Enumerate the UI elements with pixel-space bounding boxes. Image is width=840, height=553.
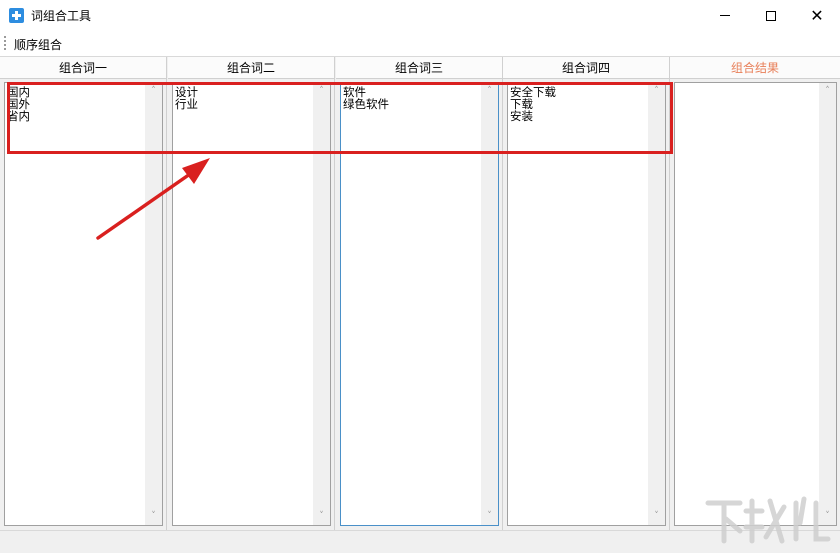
toolbar-grip[interactable] <box>4 36 6 50</box>
word-list-text[interactable]: 安全下载 下载 安装 <box>510 86 647 523</box>
scroll-down-icon[interactable]: ˅ <box>819 508 836 525</box>
title-bar: 词组合工具 ✕ <box>0 0 840 31</box>
column-2: 组合词二 设计 行业 ˄ ˅ <box>168 57 335 531</box>
close-icon: ✕ <box>810 5 824 25</box>
vertical-scrollbar[interactable]: ˄ ˅ <box>145 83 162 525</box>
column-header[interactable]: 组合词三 <box>336 57 502 79</box>
vertical-scrollbar[interactable]: ˄ ˅ <box>481 83 498 525</box>
result-text[interactable] <box>677 86 818 523</box>
word-list-4-textarea[interactable]: 安全下载 下载 安装 ˄ ˅ <box>507 82 666 526</box>
word-list-text[interactable]: 软件 绿色软件 <box>343 86 480 523</box>
scroll-down-icon[interactable]: ˅ <box>313 508 330 525</box>
window-title: 词组合工具 <box>31 9 92 23</box>
vertical-scrollbar[interactable]: ˄ ˅ <box>313 83 330 525</box>
vertical-scrollbar[interactable]: ˄ ˅ <box>819 83 836 525</box>
word-list-text[interactable]: 国内 国外 省内 <box>7 86 144 523</box>
column-header[interactable]: 组合词一 <box>0 57 166 79</box>
column-1: 组合词一 国内 国外 省内 ˄ ˅ <box>0 57 167 531</box>
scroll-up-icon[interactable]: ˄ <box>648 83 665 100</box>
sequential-combine-button[interactable]: 顺序组合 <box>14 36 62 53</box>
scroll-down-icon[interactable]: ˅ <box>481 508 498 525</box>
minimize-icon <box>720 15 730 16</box>
scroll-up-icon[interactable]: ˄ <box>481 83 498 100</box>
word-list-3-textarea[interactable]: 软件 绿色软件 ˄ ˅ <box>340 82 499 526</box>
word-list-text[interactable]: 设计 行业 <box>175 86 312 523</box>
column-header[interactable]: 组合词二 <box>168 57 334 79</box>
column-4: 组合词四 安全下载 下载 安装 ˄ ˅ <box>503 57 670 531</box>
word-columns: 组合词一 国内 国外 省内 ˄ ˅ 组合词二 设计 行业 ˄ ˅ 组合词三 软件… <box>0 56 840 531</box>
vertical-scrollbar[interactable]: ˄ ˅ <box>648 83 665 525</box>
close-button[interactable]: ✕ <box>794 0 840 31</box>
status-bar <box>0 530 840 553</box>
column-result: 组合结果 ˄ ˅ <box>670 57 840 531</box>
column-header[interactable]: 组合词四 <box>503 57 669 79</box>
word-list-1-textarea[interactable]: 国内 国外 省内 ˄ ˅ <box>4 82 163 526</box>
word-list-2-textarea[interactable]: 设计 行业 ˄ ˅ <box>172 82 331 526</box>
scroll-up-icon[interactable]: ˄ <box>313 83 330 100</box>
result-textarea[interactable]: ˄ ˅ <box>674 82 837 526</box>
maximize-icon <box>766 10 776 21</box>
scroll-up-icon[interactable]: ˄ <box>145 83 162 100</box>
toolbar: 顺序组合 <box>0 31 840 55</box>
app-icon <box>9 8 24 23</box>
scroll-up-icon[interactable]: ˄ <box>819 83 836 100</box>
scroll-down-icon[interactable]: ˅ <box>648 508 665 525</box>
maximize-button[interactable] <box>748 0 794 31</box>
scroll-down-icon[interactable]: ˅ <box>145 508 162 525</box>
column-header-result[interactable]: 组合结果 <box>670 57 840 79</box>
column-3: 组合词三 软件 绿色软件 ˄ ˅ <box>336 57 503 531</box>
minimize-button[interactable] <box>702 0 748 31</box>
